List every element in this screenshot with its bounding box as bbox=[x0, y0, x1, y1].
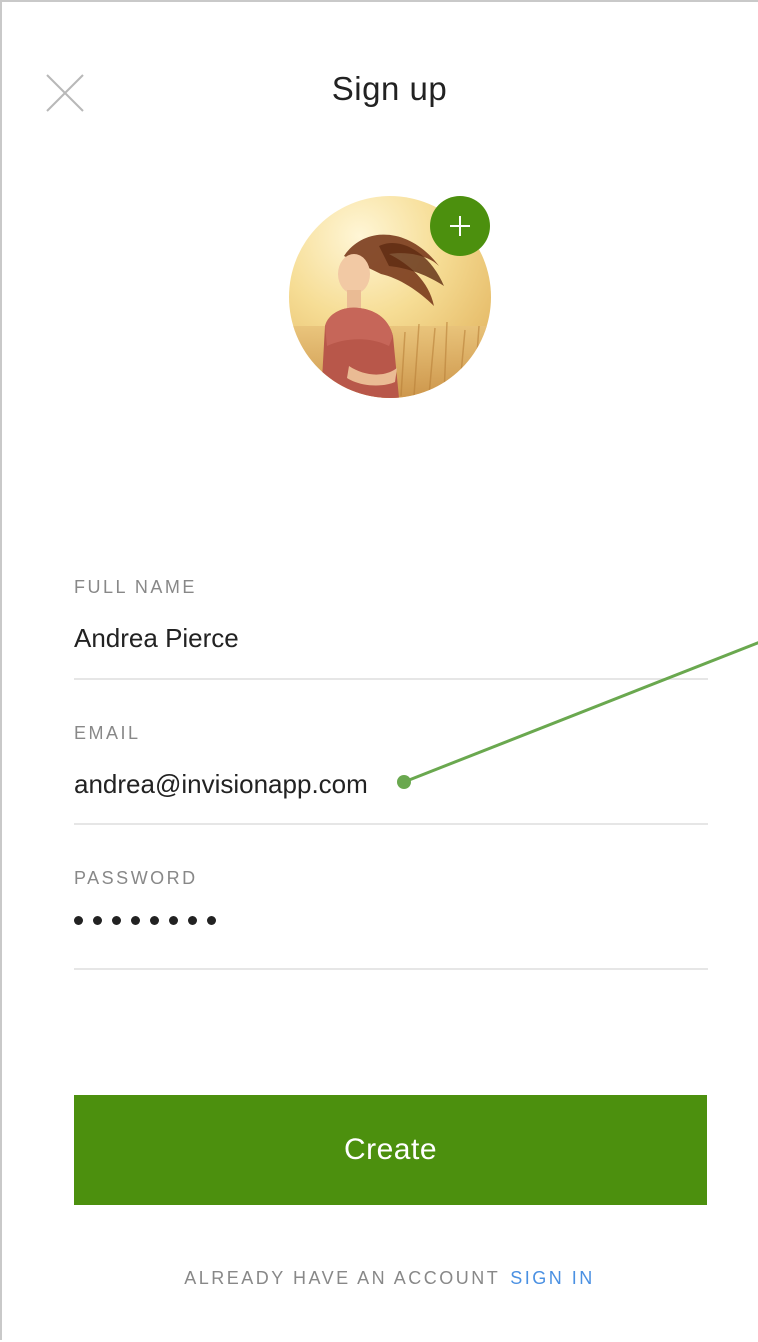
password-dot bbox=[150, 916, 159, 925]
password-label: PASSWORD bbox=[74, 868, 198, 888]
email-field[interactable]: andrea@invisionapp.com bbox=[74, 769, 708, 800]
full-name-field[interactable]: Andrea Pierce bbox=[74, 623, 708, 654]
sign-in-link[interactable]: SIGN IN bbox=[510, 1268, 595, 1288]
create-button[interactable]: Create bbox=[74, 1095, 707, 1205]
password-dot bbox=[74, 916, 83, 925]
email-label: EMAIL bbox=[74, 723, 141, 743]
password-divider bbox=[74, 968, 708, 970]
password-dot bbox=[169, 916, 178, 925]
add-photo-button[interactable] bbox=[430, 196, 490, 256]
signin-prompt: ALREADY HAVE AN ACCOUNT SIGN IN bbox=[2, 1268, 758, 1289]
signup-screen: Sign up FULL NAME Andrea Pierce EMAIL an… bbox=[0, 0, 758, 1340]
full-name-divider bbox=[74, 678, 708, 680]
password-dot bbox=[131, 916, 140, 925]
page-title: Sign up bbox=[331, 70, 448, 107]
password-dot bbox=[112, 916, 121, 925]
password-dot bbox=[188, 916, 197, 925]
password-dot bbox=[207, 916, 216, 925]
already-have-account-text: ALREADY HAVE AN ACCOUNT bbox=[184, 1268, 501, 1288]
full-name-label: FULL NAME bbox=[74, 577, 197, 597]
password-field[interactable] bbox=[74, 916, 216, 925]
plus-icon bbox=[450, 216, 470, 236]
password-dot bbox=[93, 916, 102, 925]
email-divider bbox=[74, 823, 708, 825]
